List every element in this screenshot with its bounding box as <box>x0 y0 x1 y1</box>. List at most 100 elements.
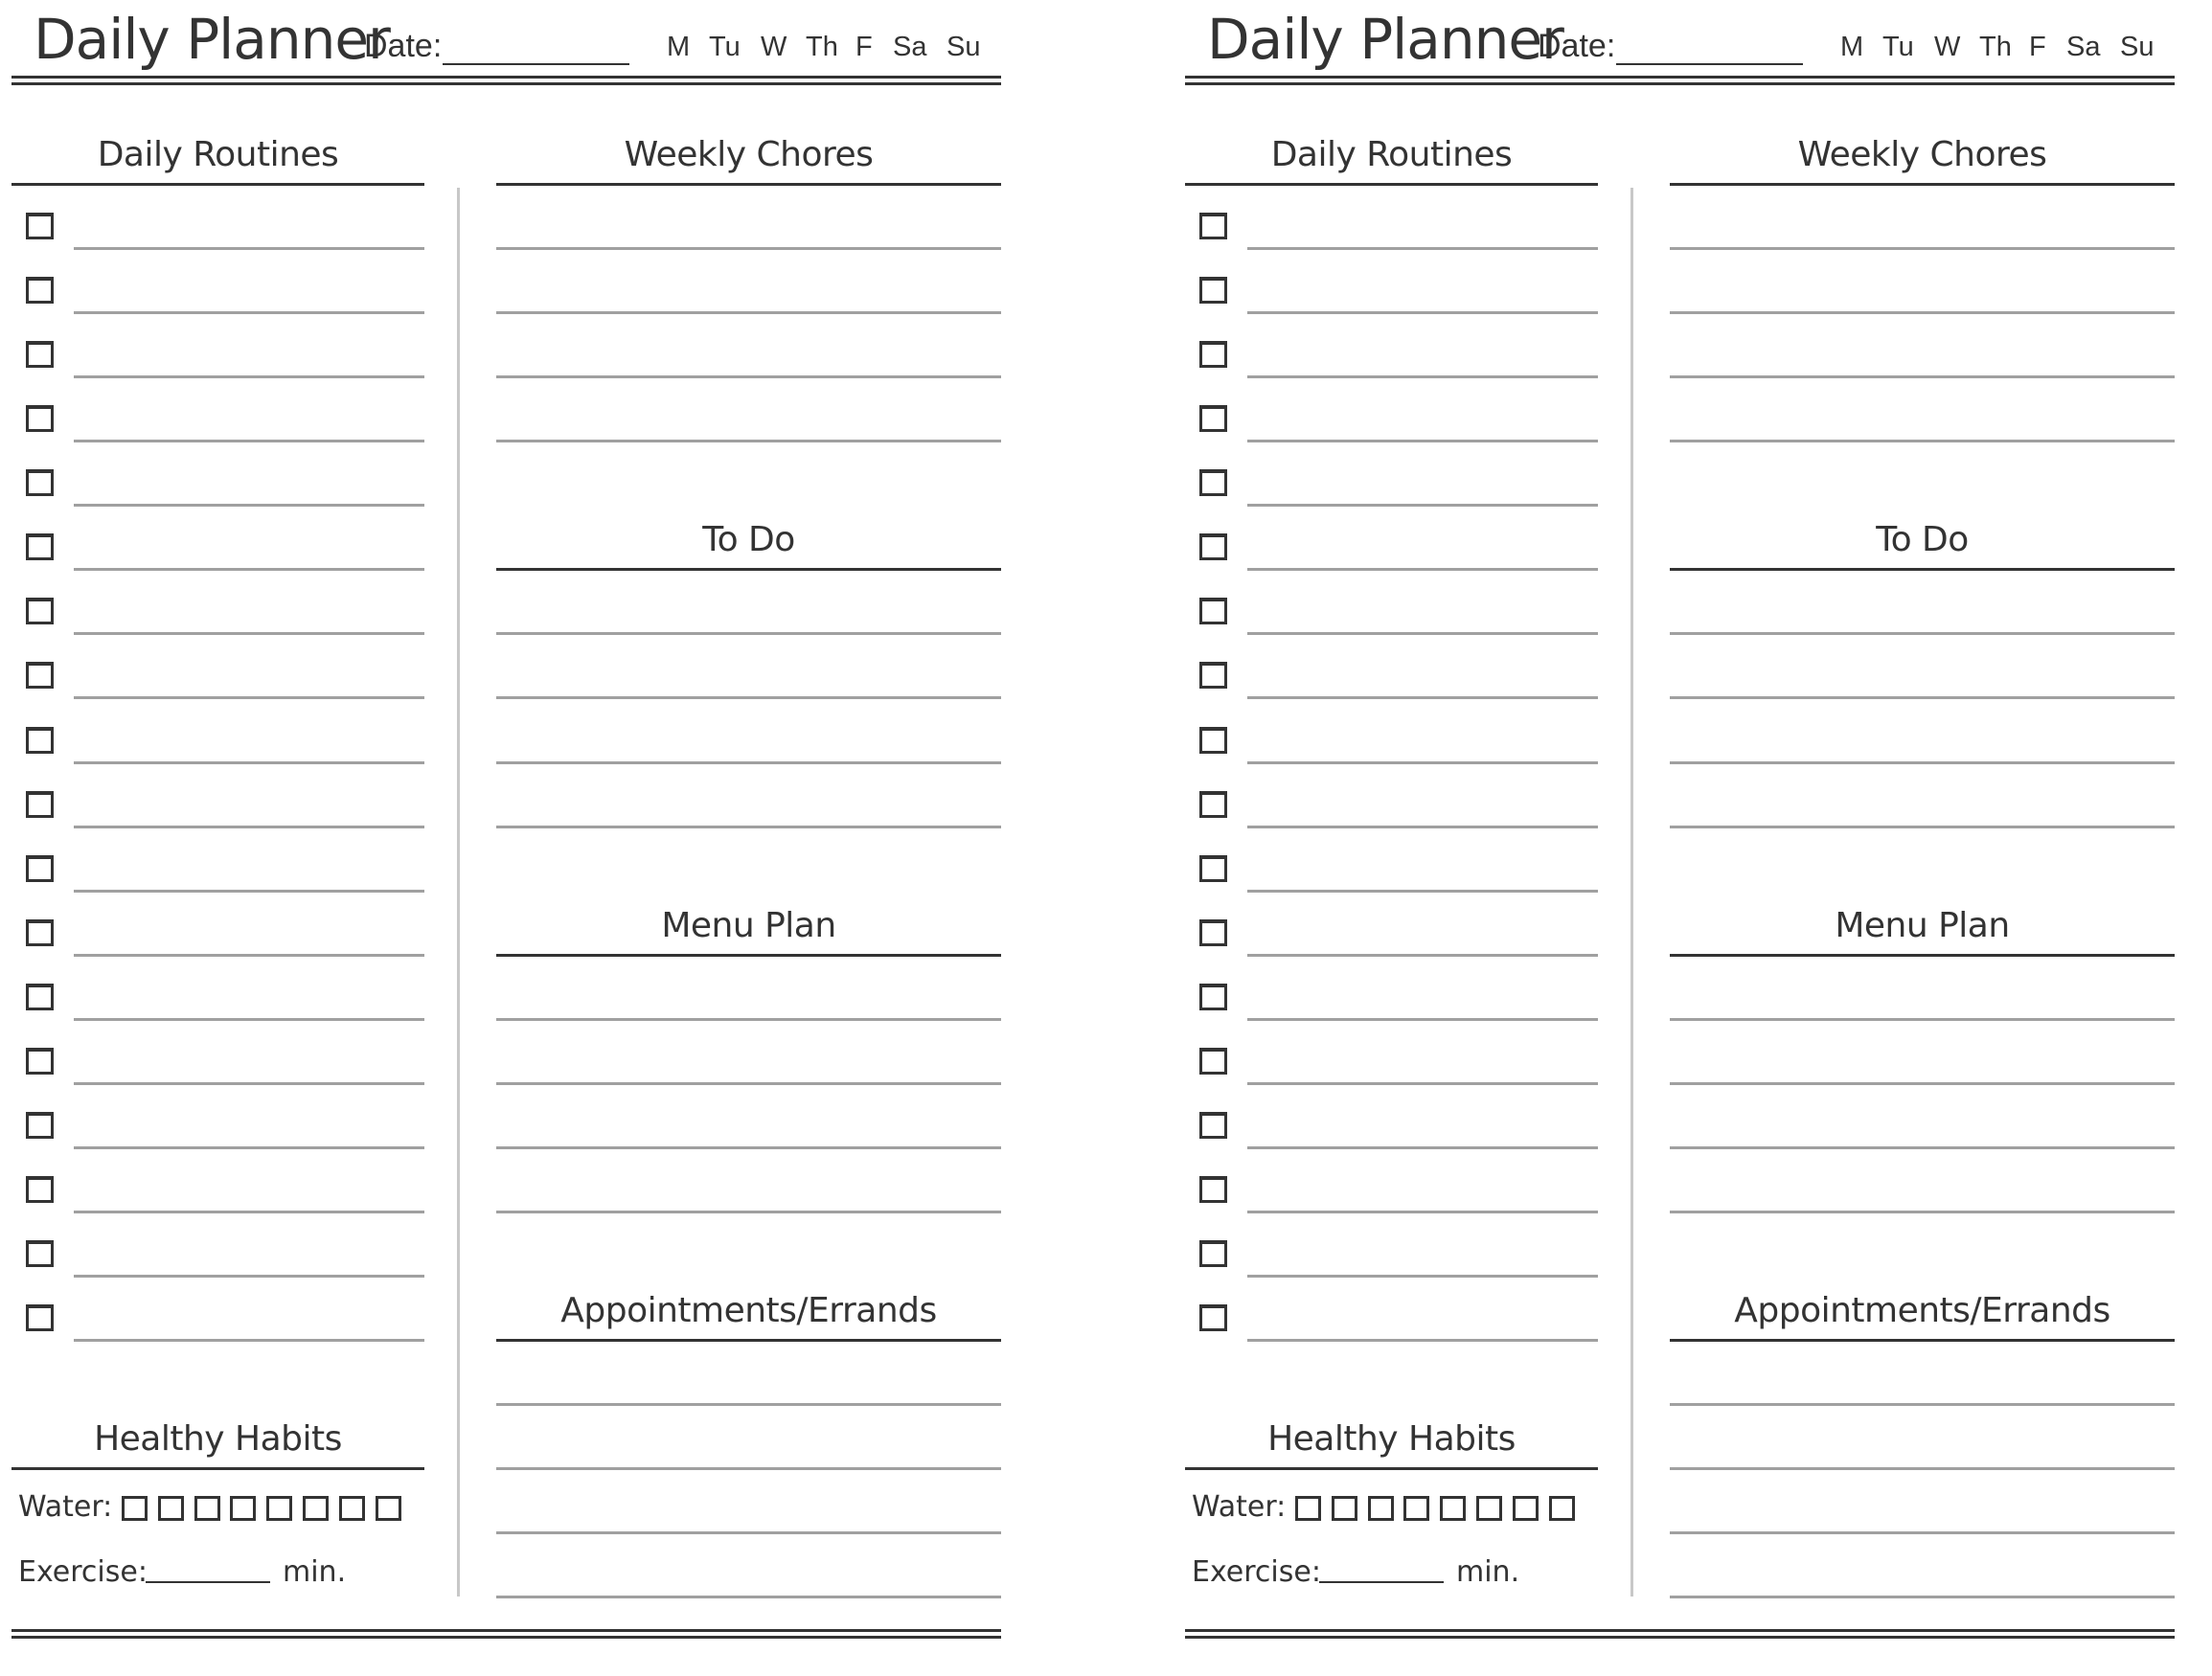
section-entry-line[interactable] <box>496 375 1001 378</box>
section-entry-line[interactable] <box>1670 311 2175 314</box>
weekday-option[interactable]: W <box>761 30 787 64</box>
routine-entry-line[interactable] <box>74 504 424 507</box>
water-glass-checkbox[interactable] <box>1512 1496 1539 1521</box>
water-glass-checkbox[interactable] <box>1548 1496 1575 1521</box>
routine-checkbox[interactable] <box>26 791 54 818</box>
section-entry-line[interactable] <box>496 1211 1001 1213</box>
section-entry-line[interactable] <box>1670 375 2175 378</box>
weekday-option[interactable]: M <box>1840 30 1863 64</box>
water-glass-checkbox[interactable] <box>338 1496 365 1521</box>
routine-checkbox[interactable] <box>1199 1048 1227 1075</box>
weekday-option[interactable]: W <box>1934 30 1960 64</box>
routine-checkbox[interactable] <box>26 213 54 239</box>
section-entry-line[interactable] <box>1670 1467 2175 1470</box>
routine-entry-line[interactable] <box>74 696 424 699</box>
routine-checkbox[interactable] <box>1199 662 1227 689</box>
weekday-option[interactable]: M <box>667 30 690 64</box>
water-glass-checkbox[interactable] <box>303 1496 329 1521</box>
routine-checkbox[interactable] <box>1199 405 1227 432</box>
section-entry-line[interactable] <box>1670 696 2175 699</box>
section-entry-line[interactable] <box>496 1467 1001 1470</box>
section-entry-line[interactable] <box>1670 1596 2175 1598</box>
water-glass-checkbox[interactable] <box>375 1496 401 1521</box>
routine-entry-line[interactable] <box>1247 1082 1598 1085</box>
section-entry-line[interactable] <box>496 1531 1001 1534</box>
routine-entry-line[interactable] <box>1247 247 1598 250</box>
routine-checkbox[interactable] <box>1199 1176 1227 1203</box>
section-entry-line[interactable] <box>1670 247 2175 250</box>
routine-checkbox[interactable] <box>1199 533 1227 560</box>
routine-entry-line[interactable] <box>74 761 424 764</box>
exercise-minutes-input[interactable] <box>1319 1581 1444 1583</box>
routine-checkbox[interactable] <box>1199 727 1227 754</box>
routine-entry-line[interactable] <box>74 1211 424 1213</box>
routine-checkbox[interactable] <box>1199 598 1227 624</box>
exercise-minutes-input[interactable] <box>146 1581 270 1583</box>
routine-entry-line[interactable] <box>1247 311 1598 314</box>
routine-checkbox[interactable] <box>1199 469 1227 496</box>
date-input[interactable] <box>443 63 629 65</box>
routine-checkbox[interactable] <box>26 855 54 882</box>
routine-checkbox[interactable] <box>26 1304 54 1331</box>
routine-checkbox[interactable] <box>1199 1240 1227 1267</box>
weekday-option[interactable]: Su <box>946 30 980 64</box>
section-entry-line[interactable] <box>496 1596 1001 1598</box>
routine-entry-line[interactable] <box>1247 1211 1598 1213</box>
section-entry-line[interactable] <box>1670 1082 2175 1085</box>
section-entry-line[interactable] <box>1670 1211 2175 1213</box>
routine-entry-line[interactable] <box>74 1082 424 1085</box>
routine-entry-line[interactable] <box>1247 504 1598 507</box>
routine-entry-line[interactable] <box>74 1018 424 1021</box>
section-entry-line[interactable] <box>496 1082 1001 1085</box>
routine-checkbox[interactable] <box>26 533 54 560</box>
section-entry-line[interactable] <box>1670 826 2175 828</box>
weekday-option[interactable]: Sa <box>2066 30 2100 64</box>
section-entry-line[interactable] <box>496 696 1001 699</box>
routine-entry-line[interactable] <box>1247 696 1598 699</box>
section-entry-line[interactable] <box>496 440 1001 442</box>
weekday-option[interactable]: Tu <box>709 30 741 64</box>
routine-entry-line[interactable] <box>74 1275 424 1278</box>
section-entry-line[interactable] <box>496 1146 1001 1149</box>
routine-checkbox[interactable] <box>26 984 54 1010</box>
section-entry-line[interactable] <box>1670 1018 2175 1021</box>
routine-entry-line[interactable] <box>1247 1018 1598 1021</box>
routine-checkbox[interactable] <box>26 598 54 624</box>
section-entry-line[interactable] <box>1670 1403 2175 1406</box>
water-glass-checkbox[interactable] <box>266 1496 293 1521</box>
routine-entry-line[interactable] <box>74 826 424 828</box>
routine-entry-line[interactable] <box>1247 632 1598 635</box>
routine-checkbox[interactable] <box>26 341 54 368</box>
section-entry-line[interactable] <box>496 826 1001 828</box>
routine-checkbox[interactable] <box>1199 855 1227 882</box>
routine-checkbox[interactable] <box>1199 1304 1227 1331</box>
routine-checkbox[interactable] <box>26 1176 54 1203</box>
routine-checkbox[interactable] <box>26 277 54 304</box>
weekday-option[interactable]: F <box>855 30 873 64</box>
routine-entry-line[interactable] <box>74 247 424 250</box>
routine-entry-line[interactable] <box>1247 568 1598 571</box>
water-glass-checkbox[interactable] <box>1403 1496 1430 1521</box>
routine-checkbox[interactable] <box>1199 213 1227 239</box>
water-glass-checkbox[interactable] <box>1331 1496 1357 1521</box>
routine-checkbox[interactable] <box>26 469 54 496</box>
section-entry-line[interactable] <box>496 761 1001 764</box>
routine-entry-line[interactable] <box>74 1339 424 1342</box>
water-glass-checkbox[interactable] <box>122 1496 148 1521</box>
routine-entry-line[interactable] <box>1247 440 1598 442</box>
routine-entry-line[interactable] <box>1247 1275 1598 1278</box>
routine-entry-line[interactable] <box>1247 890 1598 893</box>
routine-checkbox[interactable] <box>1199 919 1227 946</box>
routine-entry-line[interactable] <box>74 1146 424 1149</box>
section-entry-line[interactable] <box>1670 761 2175 764</box>
section-entry-line[interactable] <box>1670 1531 2175 1534</box>
routine-checkbox[interactable] <box>1199 984 1227 1010</box>
routine-checkbox[interactable] <box>26 1048 54 1075</box>
routine-checkbox[interactable] <box>1199 341 1227 368</box>
section-entry-line[interactable] <box>1670 1146 2175 1149</box>
routine-entry-line[interactable] <box>74 568 424 571</box>
routine-entry-line[interactable] <box>74 375 424 378</box>
weekday-option[interactable]: Su <box>2120 30 2154 64</box>
routine-entry-line[interactable] <box>1247 1339 1598 1342</box>
routine-checkbox[interactable] <box>26 1240 54 1267</box>
